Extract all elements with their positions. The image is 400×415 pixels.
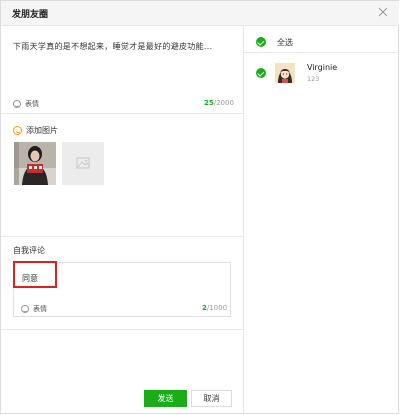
smiley-icon [13, 100, 21, 108]
smiley-icon [21, 305, 29, 313]
post-char-counter: 25/2000 [204, 99, 234, 107]
contact-row[interactable]: Virginie 123 [244, 59, 399, 87]
post-moments-window: 发朋友圈 下雨天学真的是不想起来，睡觉才是最好的避皮功能... 表情 25/20… [0, 0, 399, 415]
divider [244, 52, 399, 53]
divider [1, 236, 243, 237]
highlight-box [13, 261, 57, 288]
photo-thumbnail[interactable] [14, 142, 56, 185]
avatar [275, 63, 295, 83]
post-count-max: /2000 [213, 99, 234, 107]
avatar-image [275, 63, 295, 83]
send-button[interactable]: 发送 [144, 390, 187, 407]
recipient-panel: 全选 Virginie 123 [244, 26, 399, 415]
self-comment-label: 自我评论 [13, 246, 45, 255]
image-placeholder-icon [76, 157, 90, 169]
contact-name: Virginie [307, 63, 338, 72]
divider [1, 113, 243, 114]
smiley-orange-icon [13, 126, 22, 135]
add-photo-button[interactable] [62, 142, 104, 185]
photo-image [14, 142, 56, 185]
cancel-button[interactable]: 取消 [191, 390, 232, 407]
comment-emoji-label: 表情 [33, 305, 47, 313]
post-count-current: 25 [204, 99, 214, 107]
select-all-label: 全选 [277, 38, 293, 47]
select-all-check-icon [256, 37, 266, 47]
compose-panel: 下雨天学真的是不想起来，睡觉才是最好的避皮功能... 表情 25/2000 添加… [1, 26, 243, 415]
window-title: 发朋友圈 [12, 10, 49, 20]
post-emoji-label: 表情 [25, 100, 39, 108]
contact-check-icon [256, 68, 266, 78]
divider [1, 329, 243, 330]
close-icon[interactable] [377, 6, 389, 18]
post-emoji-button[interactable]: 表情 [13, 99, 39, 109]
contact-subtitle: 123 [307, 75, 320, 83]
title-bar: 发朋友圈 [1, 1, 399, 26]
add-photo-label: 添加图片 [26, 126, 58, 135]
add-photo-header: 添加图片 [13, 125, 58, 136]
comment-count-max: /1000 [206, 304, 228, 312]
comment-emoji-button[interactable]: 表情 [21, 304, 47, 314]
select-all-row[interactable]: 全选 [244, 26, 399, 52]
post-text-input[interactable]: 下雨天学真的是不想起来，睡觉才是最好的避皮功能... [13, 41, 235, 52]
comment-char-counter: 2/1000 [202, 304, 227, 312]
